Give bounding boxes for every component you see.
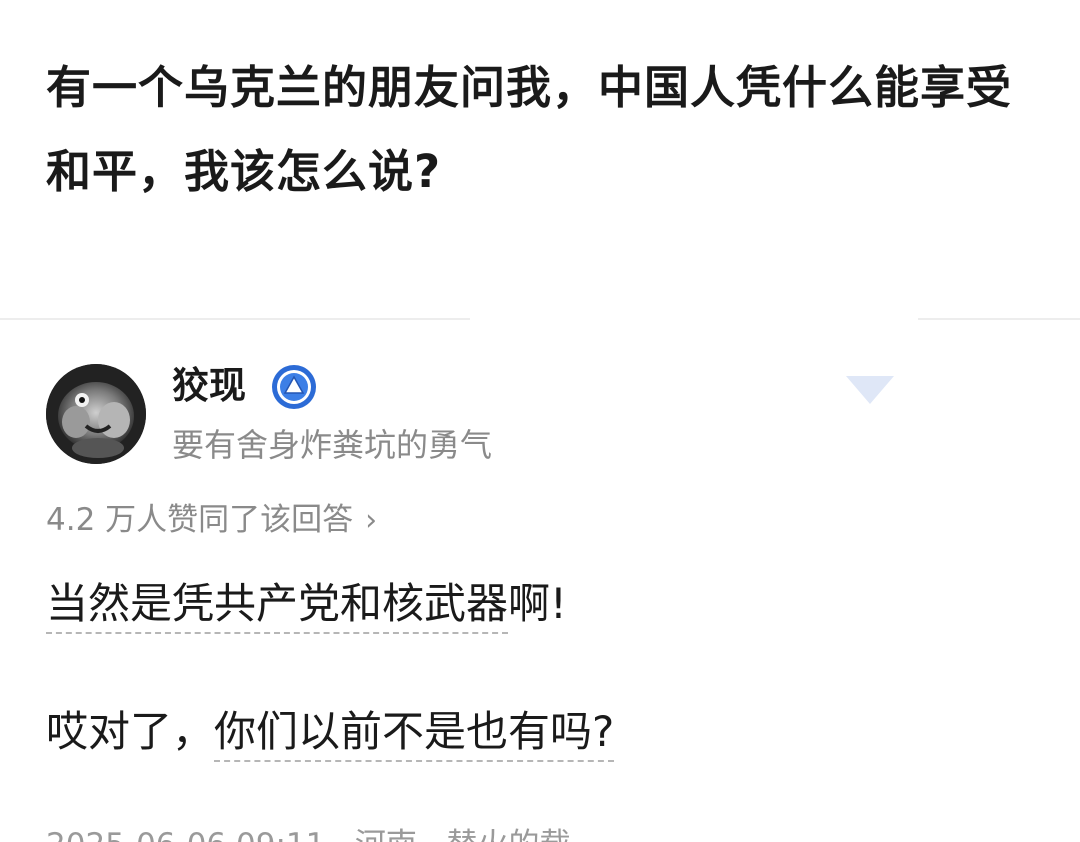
answer-page: 有一个乌克兰的朋友问我，中国人凭什么能享受和平，我该怎么说? 狡现 要有舍身炸粪… [0, 0, 1080, 842]
chevron-right-icon: › [365, 503, 378, 538]
answer-keyword-link-1[interactable]: 当然是凭共产党和核武器 [46, 579, 509, 634]
vote-count-text: 4.2 万人赞同了该回答 [46, 502, 354, 538]
vote-count-link[interactable]: 4.2 万人赞同了该回答 › [46, 497, 377, 544]
avatar-image [46, 364, 146, 464]
question-title[interactable]: 有一个乌克兰的朋友问我，中国人凭什么能享受和平，我该怎么说? [46, 46, 1046, 214]
section-divider-right [918, 318, 1080, 320]
answer-paragraph-2-plain: 哎对了， [46, 707, 215, 756]
collapse-triangle-icon[interactable] [844, 374, 896, 406]
answer-paragraph-1: 当然是凭共产党和核武器啊! [46, 574, 567, 634]
author-name[interactable]: 狡现 [172, 360, 246, 412]
author-avatar[interactable] [46, 364, 146, 464]
section-divider-left [0, 318, 470, 320]
answer-keyword-link-2[interactable]: 你们以前不是也有吗? [214, 707, 615, 762]
answer-paragraph-2: 哎对了，你们以前不是也有吗? [46, 702, 615, 762]
verified-badge-icon[interactable] [270, 363, 318, 411]
answer-meta-line: 2025-06-06 09:11 · 河南 · 替火的载 [46, 822, 570, 842]
answer-paragraph-1-tail: 啊! [508, 579, 567, 628]
author-bio: 要有舍身炸粪坑的勇气 [172, 426, 493, 464]
